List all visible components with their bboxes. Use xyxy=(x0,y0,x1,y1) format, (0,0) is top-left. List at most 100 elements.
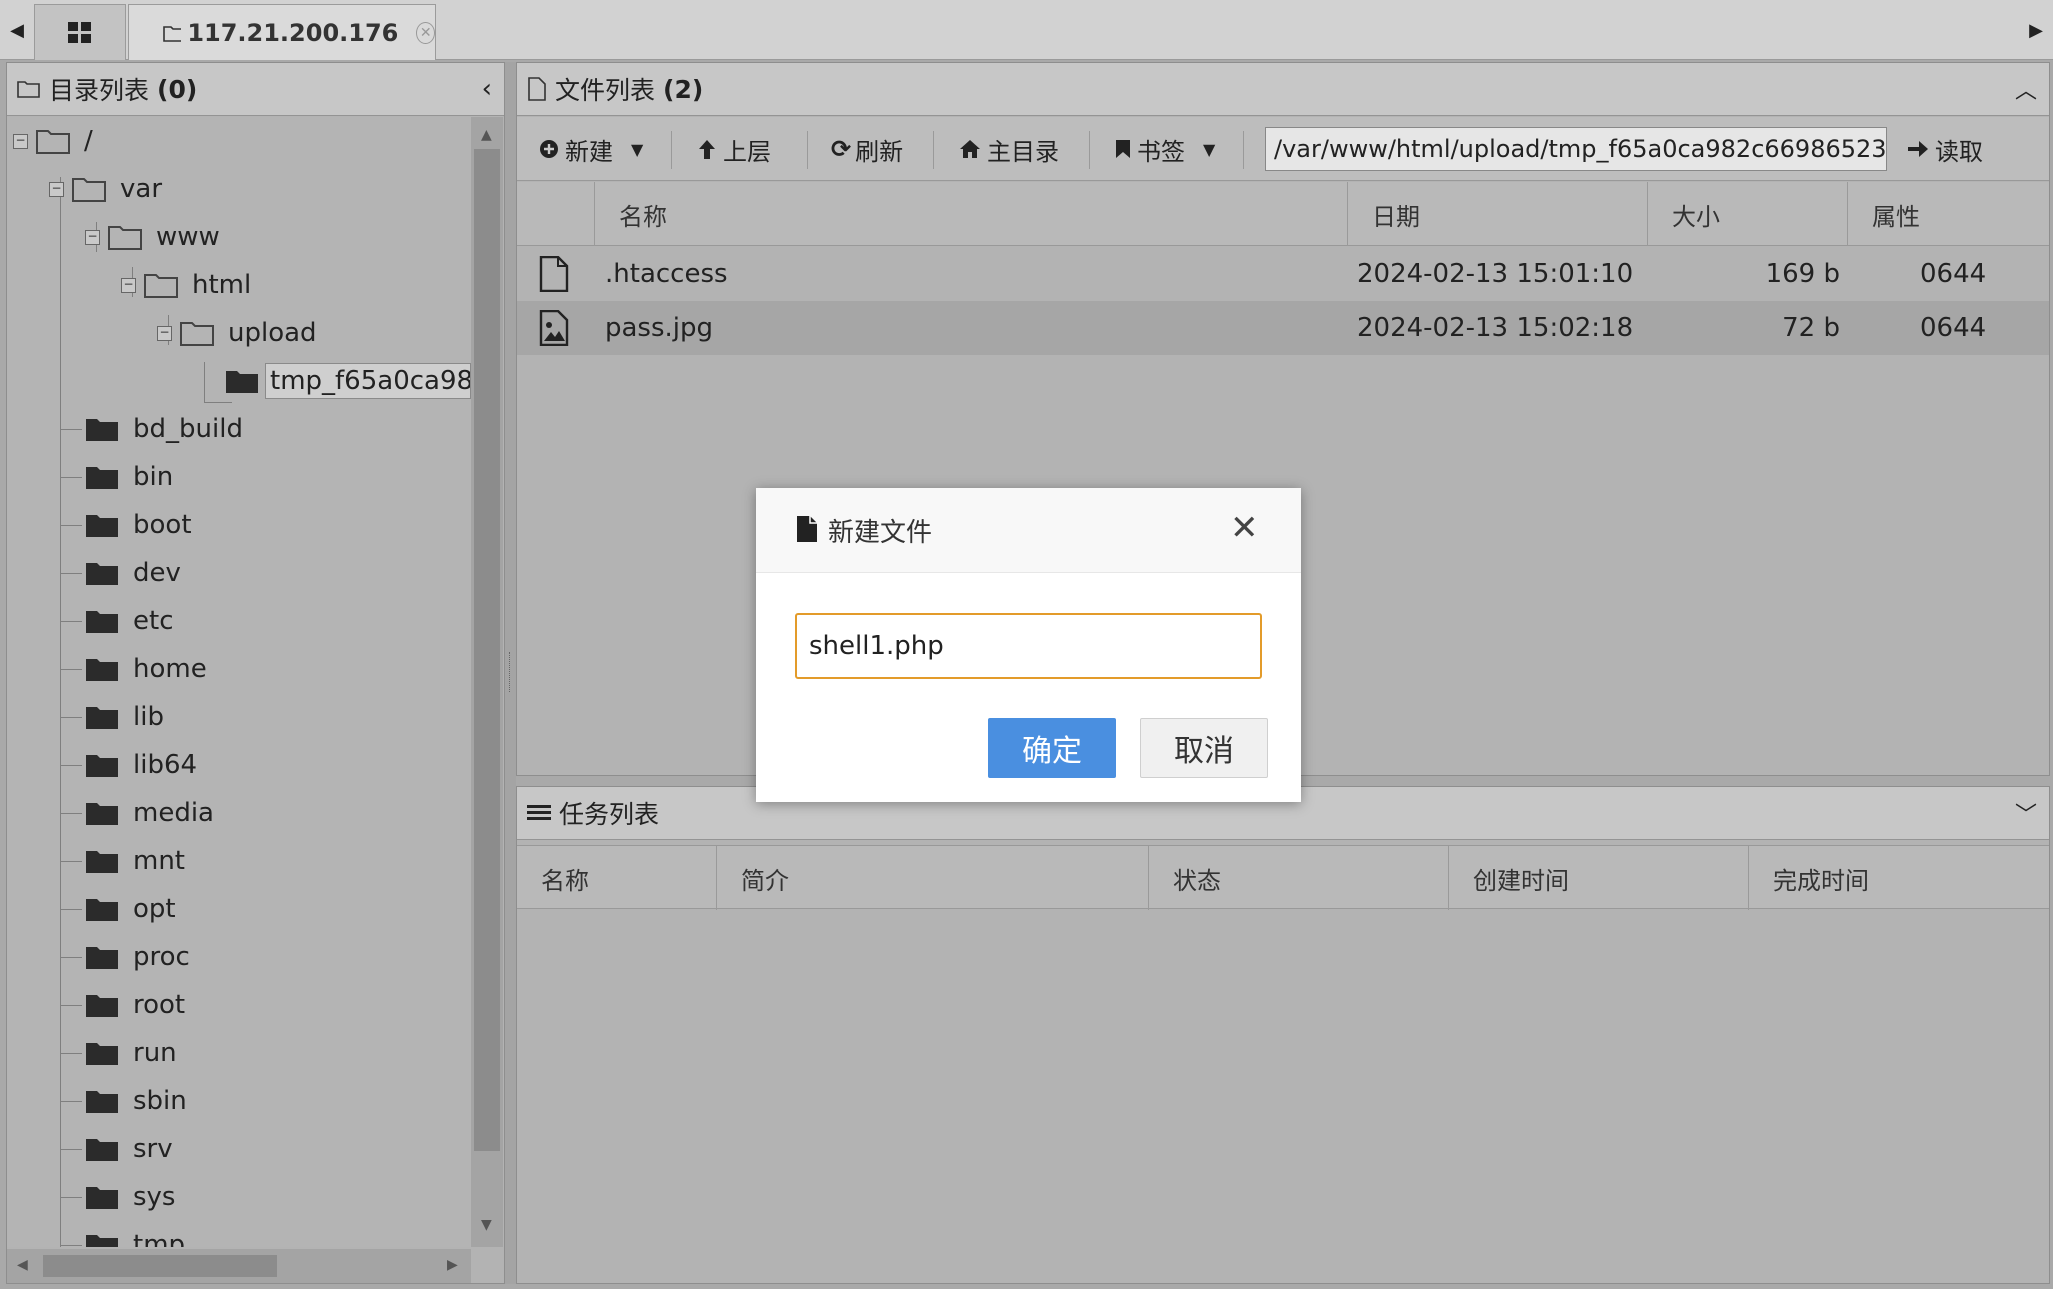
tree-node-label: run xyxy=(133,1038,177,1068)
collapse-up-icon[interactable]: ︿ xyxy=(2015,73,2037,105)
tree-node-folder[interactable]: dev xyxy=(85,551,181,595)
tree-node-www[interactable]: − www xyxy=(85,215,220,259)
tree-node-folder[interactable]: root xyxy=(85,983,185,1027)
tree-node-folder[interactable]: lib xyxy=(85,695,164,739)
tree-node-folder[interactable]: opt xyxy=(85,887,176,931)
tab-scroll-right-button[interactable]: ▶ xyxy=(2019,0,2053,60)
column-header-task-desc[interactable]: 简介 xyxy=(717,846,1149,910)
tree-node-folder[interactable]: boot xyxy=(85,503,192,547)
tree-node-label: tmp xyxy=(133,1230,186,1247)
tree-node-folder[interactable]: etc xyxy=(85,599,174,643)
file-filled-icon xyxy=(797,516,817,542)
column-header-task-name[interactable]: 名称 xyxy=(517,846,717,910)
tree-node-folder[interactable]: srv xyxy=(85,1127,173,1171)
file-date: 2024-02-13 15:01:10 xyxy=(1357,259,1634,289)
up-level-button[interactable]: 上层 xyxy=(697,117,771,181)
collapse-node-icon[interactable]: − xyxy=(85,229,100,245)
path-input[interactable]: /var/www/html/upload/tmp_f65a0ca982c6698… xyxy=(1265,127,1887,171)
file-count: (2) xyxy=(663,74,704,104)
scrollbar-thumb[interactable] xyxy=(43,1255,277,1277)
scroll-down-icon[interactable]: ▼ xyxy=(481,1217,492,1233)
collapse-node-icon[interactable]: − xyxy=(49,181,64,197)
cancel-button[interactable]: 取消 xyxy=(1140,718,1268,778)
tree-node-html[interactable]: − html xyxy=(121,263,251,307)
folder-open-icon xyxy=(180,322,214,346)
tree-node-root[interactable]: − / xyxy=(13,119,93,163)
tree-node-label: media xyxy=(133,798,214,828)
scroll-up-icon[interactable]: ▲ xyxy=(481,127,492,143)
column-header-name[interactable]: 名称 xyxy=(595,182,1348,246)
tree-vertical-scrollbar[interactable]: ▲ ▼ xyxy=(471,117,503,1247)
collapse-node-icon[interactable]: − xyxy=(121,277,136,293)
dialog-header: 新建文件 ✕ xyxy=(756,488,1301,573)
tree-node-folder[interactable]: bd_build xyxy=(85,407,243,451)
tree-node-folder[interactable]: tmp xyxy=(85,1223,185,1247)
tree-node-folder[interactable]: run xyxy=(85,1031,177,1075)
folder-open-icon xyxy=(36,130,70,154)
home-dir-button[interactable]: 主目录 xyxy=(959,117,1059,181)
column-header-date[interactable]: 日期 xyxy=(1348,182,1648,246)
tree-node-tmp-selected[interactable]: tmp_f65a0ca982c xyxy=(225,359,471,403)
collapse-down-icon[interactable]: ﹀ xyxy=(2015,797,2037,829)
tree-node-label: / xyxy=(84,126,93,156)
refresh-button[interactable]: ⟳ 刷新 xyxy=(831,117,903,181)
file-row[interactable]: pass.jpg 2024-02-13 15:02:18 72 b 0644 xyxy=(517,301,2049,355)
file-size: 72 b xyxy=(1782,313,1840,343)
folder-filled-icon xyxy=(86,803,118,825)
column-header-size[interactable]: 大小 xyxy=(1648,182,1848,246)
tree-node-label: dev xyxy=(133,558,181,588)
tree-node-folder[interactable]: sys xyxy=(85,1175,175,1219)
tree-node-folder[interactable]: bin xyxy=(85,455,173,499)
home-dir-label: 主目录 xyxy=(987,137,1059,166)
folder-filled-icon xyxy=(86,1235,118,1247)
folder-filled-icon xyxy=(86,947,118,969)
file-list-panel-title: 文件列表 xyxy=(555,76,656,105)
directory-panel: 目录列表 (0) ‹ − / − var − www − html − uplo… xyxy=(6,62,505,1284)
tree-node-label: proc xyxy=(133,942,190,972)
directory-count: (0) xyxy=(157,74,198,104)
scroll-left-icon[interactable]: ◀ xyxy=(17,1257,28,1273)
caret-down-icon: ▼ xyxy=(631,139,644,159)
confirm-button[interactable]: 确定 xyxy=(988,718,1116,778)
column-header-attr[interactable]: 属性 xyxy=(1848,182,2049,246)
tree-node-folder[interactable]: mnt xyxy=(85,839,185,883)
bookmark-button[interactable]: 书签 ▼ xyxy=(1115,117,1215,181)
tree-node-folder[interactable]: lib64 xyxy=(85,743,197,787)
close-icon[interactable]: ✕ xyxy=(1230,508,1259,548)
tree-node-folder[interactable]: media xyxy=(85,791,214,835)
tab-scroll-left-button[interactable]: ◀ xyxy=(0,0,34,60)
tree-horizontal-scrollbar[interactable]: ◀ ▶ xyxy=(7,1249,471,1283)
task-list-panel: 任务列表 ﹀ 名称 简介 状态 创建时间 完成时间 xyxy=(516,786,2050,1284)
tree-node-folder[interactable]: home xyxy=(85,647,207,691)
new-button[interactable]: 新建 ▼ xyxy=(539,117,643,181)
file-row[interactable]: .htaccess 2024-02-13 15:01:10 169 b 0644 xyxy=(517,247,2049,301)
collapse-node-icon[interactable]: − xyxy=(13,133,28,149)
folder-outline-icon xyxy=(17,81,40,98)
dialog-title: 新建文件 xyxy=(828,518,933,548)
column-header-task-status[interactable]: 状态 xyxy=(1149,846,1449,910)
tab-dashboard[interactable] xyxy=(34,4,126,60)
up-level-label: 上层 xyxy=(723,137,771,166)
read-button[interactable]: 读取 xyxy=(1907,117,1983,181)
folder-filled-icon xyxy=(86,1091,118,1113)
tree-node-label: srv xyxy=(133,1134,173,1164)
tree-node-var[interactable]: − var xyxy=(49,167,162,211)
folder-filled-icon xyxy=(86,995,118,1017)
tree-node-label: lib64 xyxy=(133,750,198,780)
collapse-left-icon[interactable]: ‹ xyxy=(482,74,492,104)
collapse-node-icon[interactable]: − xyxy=(157,325,172,341)
tree-node-label: etc xyxy=(133,606,174,636)
column-header-task-finished[interactable]: 完成时间 xyxy=(1749,846,2049,910)
home-icon xyxy=(960,140,980,158)
tree-node-folder[interactable]: sbin xyxy=(85,1079,187,1123)
close-tab-icon[interactable]: ✕ xyxy=(416,21,435,44)
scrollbar-thumb[interactable] xyxy=(474,149,500,1151)
file-date: 2024-02-13 15:02:18 xyxy=(1357,313,1634,343)
tree-node-upload[interactable]: − upload xyxy=(157,311,317,355)
panel-splitter[interactable] xyxy=(505,62,516,1284)
scroll-right-icon[interactable]: ▶ xyxy=(447,1257,458,1273)
tree-node-folder[interactable]: proc xyxy=(85,935,190,979)
filename-input[interactable] xyxy=(795,613,1262,679)
tab-host[interactable]: 117.21.200.176 ✕ xyxy=(128,4,436,60)
column-header-task-created[interactable]: 创建时间 xyxy=(1449,846,1749,910)
